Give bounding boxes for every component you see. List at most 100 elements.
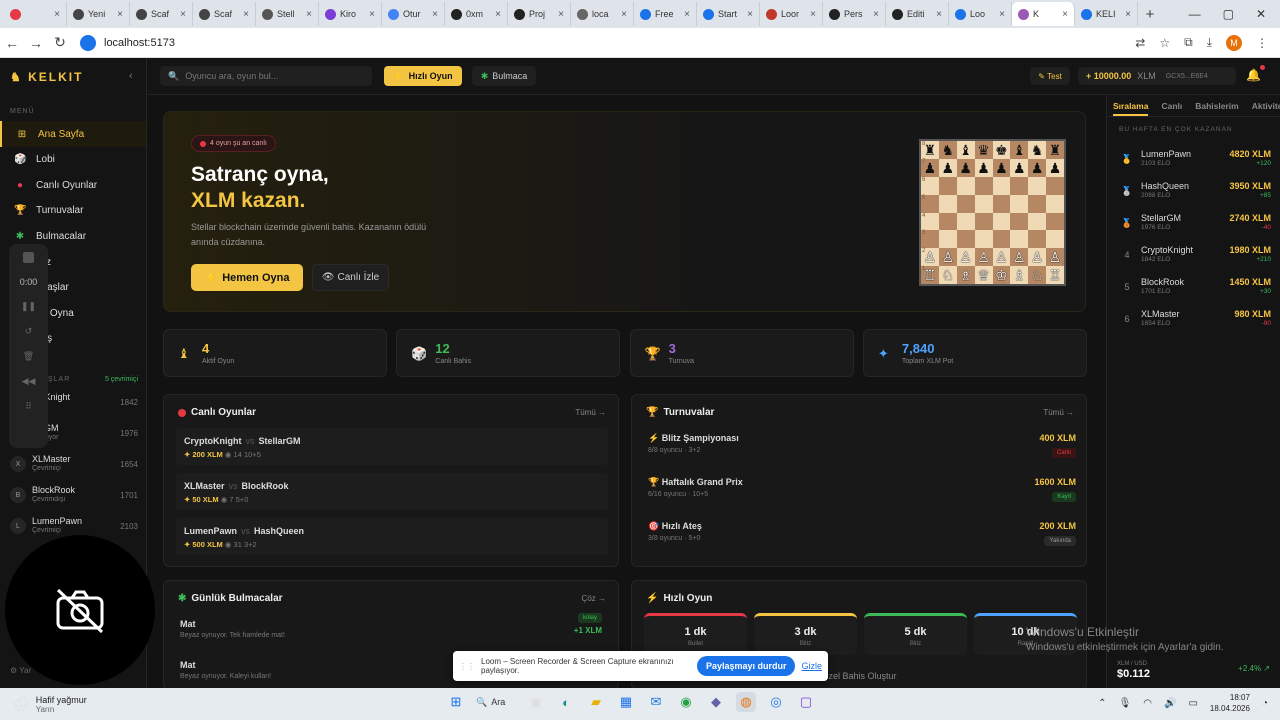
live-game-row[interactable]: LumenPawn vs HashQueen ✦ 500 XLM ◉ 31 3+2	[176, 518, 608, 555]
app-icon-2[interactable]: ▢	[796, 692, 816, 712]
tab-1[interactable]: Canlı	[1161, 101, 1182, 116]
leaderboard-row[interactable]: 🥉 StellarGM 1976 ELO 2740 XLM -40	[1121, 213, 1271, 243]
solve-link[interactable]: Çöz →	[582, 594, 606, 603]
edge-icon[interactable]: ◐	[556, 692, 576, 712]
mic-icon[interactable]: 🎙	[1119, 698, 1132, 709]
online-player[interactable]: B BlockRook Çevrimdışı 1701	[10, 481, 138, 509]
back-icon[interactable]: ←	[0, 35, 24, 51]
watch-live-button[interactable]: 👁 Canlı İzle	[312, 264, 389, 291]
browser-tab[interactable]: Free ×	[634, 2, 697, 26]
file-explorer-icon[interactable]: ▰	[586, 692, 606, 712]
browser-tab[interactable]: K ×	[1012, 2, 1075, 26]
browser-tab[interactable]: Loo ×	[949, 2, 1012, 26]
chevron-up-icon[interactable]: ⌃	[1098, 698, 1106, 709]
extensions-icon[interactable]: ⧉	[1184, 35, 1193, 50]
reload-icon[interactable]: ↻	[48, 34, 72, 51]
speaker-icon[interactable]: 🔊	[1164, 698, 1176, 709]
bell-icon[interactable]: 🔔	[1246, 68, 1261, 82]
search-input[interactable]: 🔍 Oyuncu ara, oyun bul...	[160, 66, 372, 86]
tournament-row[interactable]: 🏆 Haftalık Grand Prix 6/16 oyuncu · 10+5 1…	[648, 477, 1076, 507]
browser-tab[interactable]: ×	[4, 2, 67, 26]
tab-2[interactable]: Bahislerim	[1195, 101, 1238, 116]
live-games-all-link[interactable]: Tümü →	[575, 408, 606, 417]
teams-icon[interactable]: ◆	[706, 692, 726, 712]
leaderboard-row[interactable]: 5 BlockRook 1701 ELO 1450 XLM +30	[1121, 277, 1271, 307]
drag-handle-icon[interactable]: ⋮⋮	[459, 662, 475, 671]
leaderboard-row[interactable]: 4 CryptoKnight 1842 ELO 1980 XLM +210	[1121, 245, 1271, 275]
browser-tab[interactable]: Proj ×	[508, 2, 571, 26]
leaderboard-row[interactable]: 🥇 LumenPawn 2103 ELO 4820 XLM +120	[1121, 149, 1271, 179]
tab-close-icon[interactable]: ×	[936, 9, 942, 20]
wifi-icon[interactable]: ◠	[1143, 698, 1152, 709]
tab-close-icon[interactable]: ×	[810, 9, 816, 20]
app-icon[interactable]: ◎	[766, 692, 786, 712]
translate-icon[interactable]: ⇄	[1135, 36, 1145, 50]
browser-tab[interactable]: Kiro ×	[319, 2, 382, 26]
live-game-row[interactable]: CryptoKnight vs StellarGM ✦ 200 XLM ◉ 14 10…	[176, 428, 608, 465]
minimize-icon[interactable]: —	[1189, 7, 1201, 21]
loom-camera-bubble[interactable]	[5, 535, 155, 685]
tab-close-icon[interactable]: ×	[684, 9, 690, 20]
puzzle-button[interactable]: ✱ Bulmaca	[472, 66, 536, 86]
browser-tab[interactable]: Scaf ×	[193, 2, 256, 26]
whatsapp-icon[interactable]: ◉	[676, 692, 696, 712]
tab-close-icon[interactable]: ×	[1062, 9, 1068, 20]
puzzle-row[interactable]: Mat Beyaz oynuyor. Tek hamlede mat! kolay +…	[180, 613, 608, 649]
tab-close-icon[interactable]: ×	[306, 9, 312, 20]
close-window-icon[interactable]: ✕	[1256, 7, 1266, 21]
quick-play-button[interactable]: ⚡ Hızlı Oyun	[384, 66, 462, 86]
quick-game-option[interactable]: 5 dk Blitz	[864, 613, 967, 655]
browser-tab[interactable]: loca ×	[571, 2, 634, 26]
test-button[interactable]: ✎ Test	[1030, 67, 1070, 85]
browser-tab[interactable]: 0xm ×	[445, 2, 508, 26]
notification-icon[interactable]: ◔	[1262, 698, 1268, 709]
collapse-sidebar-icon[interactable]: ‹	[129, 70, 133, 82]
tab-close-icon[interactable]: ×	[243, 9, 249, 20]
tab-close-icon[interactable]: ×	[747, 9, 753, 20]
stop-sharing-button[interactable]: Paylaşmayı durdur	[696, 656, 796, 676]
quick-game-option[interactable]: 3 dk Blitz	[754, 613, 857, 655]
online-player[interactable]: X XLMaster Çevrimiçi 1654	[10, 450, 138, 478]
forward-icon[interactable]: →	[24, 35, 48, 51]
tab-close-icon[interactable]: ×	[117, 9, 123, 20]
tab-close-icon[interactable]: ×	[873, 9, 879, 20]
tournament-row[interactable]: 🎯 Hızlı Ateş 3/8 oyuncu · 5+0 200 XLM Yakın…	[648, 521, 1076, 551]
browser-tab[interactable]: Otur ×	[382, 2, 445, 26]
chrome-icon[interactable]: ◍	[736, 692, 756, 712]
sidebar-item-2[interactable]: ● Canlı Oyunlar	[0, 172, 146, 198]
weather-widget[interactable]: 🌧 Hafif yağmur Yarın	[12, 695, 312, 714]
new-tab-icon[interactable]: +	[1138, 6, 1162, 23]
tab-close-icon[interactable]: ×	[999, 9, 1005, 20]
download-icon[interactable]: ⤓	[1207, 35, 1212, 50]
tab-3[interactable]: Aktivite	[1252, 101, 1280, 116]
drag-handle-icon[interactable]: ⠿	[25, 401, 32, 412]
task-view-icon[interactable]: ▣	[526, 692, 546, 712]
sidebar-item-0[interactable]: ⊞ Ana Sayfa	[0, 121, 146, 147]
sidebar-item-3[interactable]: 🏆 Turnuvalar	[0, 198, 146, 224]
browser-tab[interactable]: KELI ×	[1075, 2, 1138, 26]
tab-close-icon[interactable]: ×	[495, 9, 501, 20]
sidebar-item-1[interactable]: 🎲 Lobi	[0, 147, 146, 173]
wallet-balance[interactable]: + 10000.00 XLM GCX5...E6E4	[1078, 67, 1236, 85]
rewind-icon[interactable]: ◀◀	[22, 376, 36, 387]
tournament-row[interactable]: ⚡ Blitz Şampiyonası 8/8 oyuncu · 3+2 400 X…	[648, 433, 1076, 463]
browser-tab[interactable]: Scaf ×	[130, 2, 193, 26]
site-info-icon[interactable]	[80, 34, 96, 51]
browser-tab[interactable]: Loor ×	[760, 2, 823, 26]
store-icon[interactable]: ▦	[616, 692, 636, 712]
leaderboard-row[interactable]: 6 XLMaster 1654 ELO 980 XLM -90	[1121, 309, 1271, 339]
browser-menu-icon[interactable]: ⋮	[1256, 36, 1268, 50]
maximize-icon[interactable]: ▢	[1223, 7, 1234, 21]
tab-0[interactable]: Sıralama	[1113, 101, 1149, 116]
browser-tab[interactable]: Start ×	[697, 2, 760, 26]
quick-game-option[interactable]: 1 dk Bullet	[644, 613, 747, 655]
hide-link[interactable]: Gizle	[801, 661, 822, 671]
pause-icon[interactable]: ❚❚	[21, 301, 36, 312]
tab-close-icon[interactable]: ×	[558, 9, 564, 20]
browser-tab[interactable]: Pers ×	[823, 2, 886, 26]
battery-icon[interactable]: ▭	[1188, 698, 1197, 709]
bookmark-star-icon[interactable]: ☆	[1159, 36, 1170, 50]
start-icon[interactable]: ⊞	[446, 692, 466, 712]
tab-close-icon[interactable]: ×	[432, 9, 438, 20]
settings-link[interactable]: ⚙ Yar	[10, 666, 31, 675]
